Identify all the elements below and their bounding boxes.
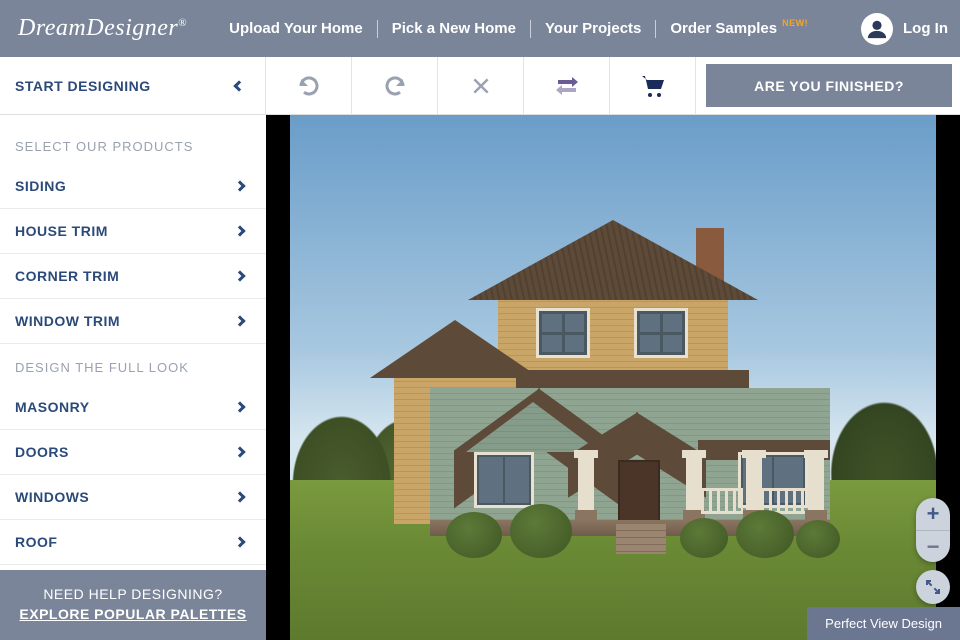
sidebar-item-roof[interactable]: ROOF <box>0 520 266 565</box>
section-header-products: SELECT OUR PRODUCTS <box>0 115 266 164</box>
chevron-left-icon <box>233 80 244 91</box>
brand-logo[interactable]: DreamDesigner® <box>18 15 187 42</box>
perfect-view-button[interactable]: Perfect View Design <box>807 607 960 640</box>
section-header-full-look: DESIGN THE FULL LOOK <box>0 344 266 385</box>
house-rendering <box>290 115 936 640</box>
sidebar-item-masonry[interactable]: MASONRY <box>0 385 266 430</box>
finish-button[interactable]: ARE YOU FINISHED? <box>706 64 952 107</box>
new-badge: NEW! <box>782 18 808 28</box>
account-area: Log In <box>861 13 948 45</box>
sidebar-item-label: ROOF <box>15 534 57 550</box>
sidebar-item-siding[interactable]: SIDING <box>0 164 266 209</box>
help-box: NEED HELP DESIGNING? EXPLORE POPULAR PAL… <box>0 570 266 640</box>
login-link[interactable]: Log In <box>903 20 948 37</box>
chevron-right-icon <box>234 536 245 547</box>
sidebar: SELECT OUR PRODUCTS SIDING HOUSE TRIM CO… <box>0 115 266 640</box>
close-icon <box>471 76 491 96</box>
nav-your-projects[interactable]: Your Projects <box>531 0 655 57</box>
swap-icon <box>554 75 580 97</box>
undo-button[interactable] <box>266 57 352 114</box>
avatar-icon[interactable] <box>861 13 893 45</box>
chevron-right-icon <box>234 270 245 281</box>
chevron-right-icon <box>234 446 245 457</box>
design-canvas[interactable]: + − Perfect View Design <box>266 115 960 640</box>
zoom-in-button[interactable]: + <box>916 498 950 530</box>
nav-order-samples-label: Order Samples <box>670 20 777 37</box>
nav-order-samples[interactable]: Order Samples NEW! <box>656 0 822 57</box>
sidebar-item-windows[interactable]: WINDOWS <box>0 475 266 520</box>
sidebar-item-label: SIDING <box>15 178 66 194</box>
nav-links: Upload Your Home Pick a New Home Your Pr… <box>215 0 861 57</box>
start-designing-button[interactable]: START DESIGNING <box>0 57 266 114</box>
sidebar-item-house-trim[interactable]: HOUSE TRIM <box>0 209 266 254</box>
zoom-controls: + − <box>916 498 950 562</box>
chevron-right-icon <box>234 401 245 412</box>
nav-upload-home[interactable]: Upload Your Home <box>215 0 377 57</box>
sidebar-item-label: HOUSE TRIM <box>15 223 108 239</box>
cart-button[interactable] <box>610 57 696 114</box>
sidebar-item-doors[interactable]: DOORS <box>0 430 266 475</box>
chevron-right-icon <box>234 180 245 191</box>
help-question: NEED HELP DESIGNING? <box>0 586 266 602</box>
chevron-right-icon <box>234 315 245 326</box>
redo-button[interactable] <box>352 57 438 114</box>
top-navigation: DreamDesigner® Upload Your Home Pick a N… <box>0 0 960 57</box>
sidebar-item-label: CORNER TRIM <box>15 268 119 284</box>
sidebar-item-label: WINDOW TRIM <box>15 313 120 329</box>
expand-icon <box>925 579 941 595</box>
chevron-right-icon <box>234 491 245 502</box>
nav-pick-home[interactable]: Pick a New Home <box>378 0 530 57</box>
redo-icon <box>383 74 407 98</box>
explore-palettes-link[interactable]: EXPLORE POPULAR PALETTES <box>0 606 266 622</box>
sidebar-item-label: WINDOWS <box>15 489 89 505</box>
swap-button[interactable] <box>524 57 610 114</box>
sidebar-item-label: MASONRY <box>15 399 90 415</box>
main-area: SELECT OUR PRODUCTS SIDING HOUSE TRIM CO… <box>0 115 960 640</box>
start-designing-label: START DESIGNING <box>15 78 151 94</box>
sidebar-item-corner-trim[interactable]: CORNER TRIM <box>0 254 266 299</box>
sidebar-item-label: DOORS <box>15 444 69 460</box>
sidebar-item-window-trim[interactable]: WINDOW TRIM <box>0 299 266 344</box>
fullscreen-button[interactable] <box>916 570 950 604</box>
chevron-right-icon <box>234 225 245 236</box>
zoom-out-button[interactable]: − <box>916 530 950 562</box>
cart-icon <box>640 74 666 98</box>
undo-icon <box>297 74 321 98</box>
close-button[interactable] <box>438 57 524 114</box>
action-toolbar: START DESIGNING ARE YOU FINISHED? <box>0 57 960 115</box>
